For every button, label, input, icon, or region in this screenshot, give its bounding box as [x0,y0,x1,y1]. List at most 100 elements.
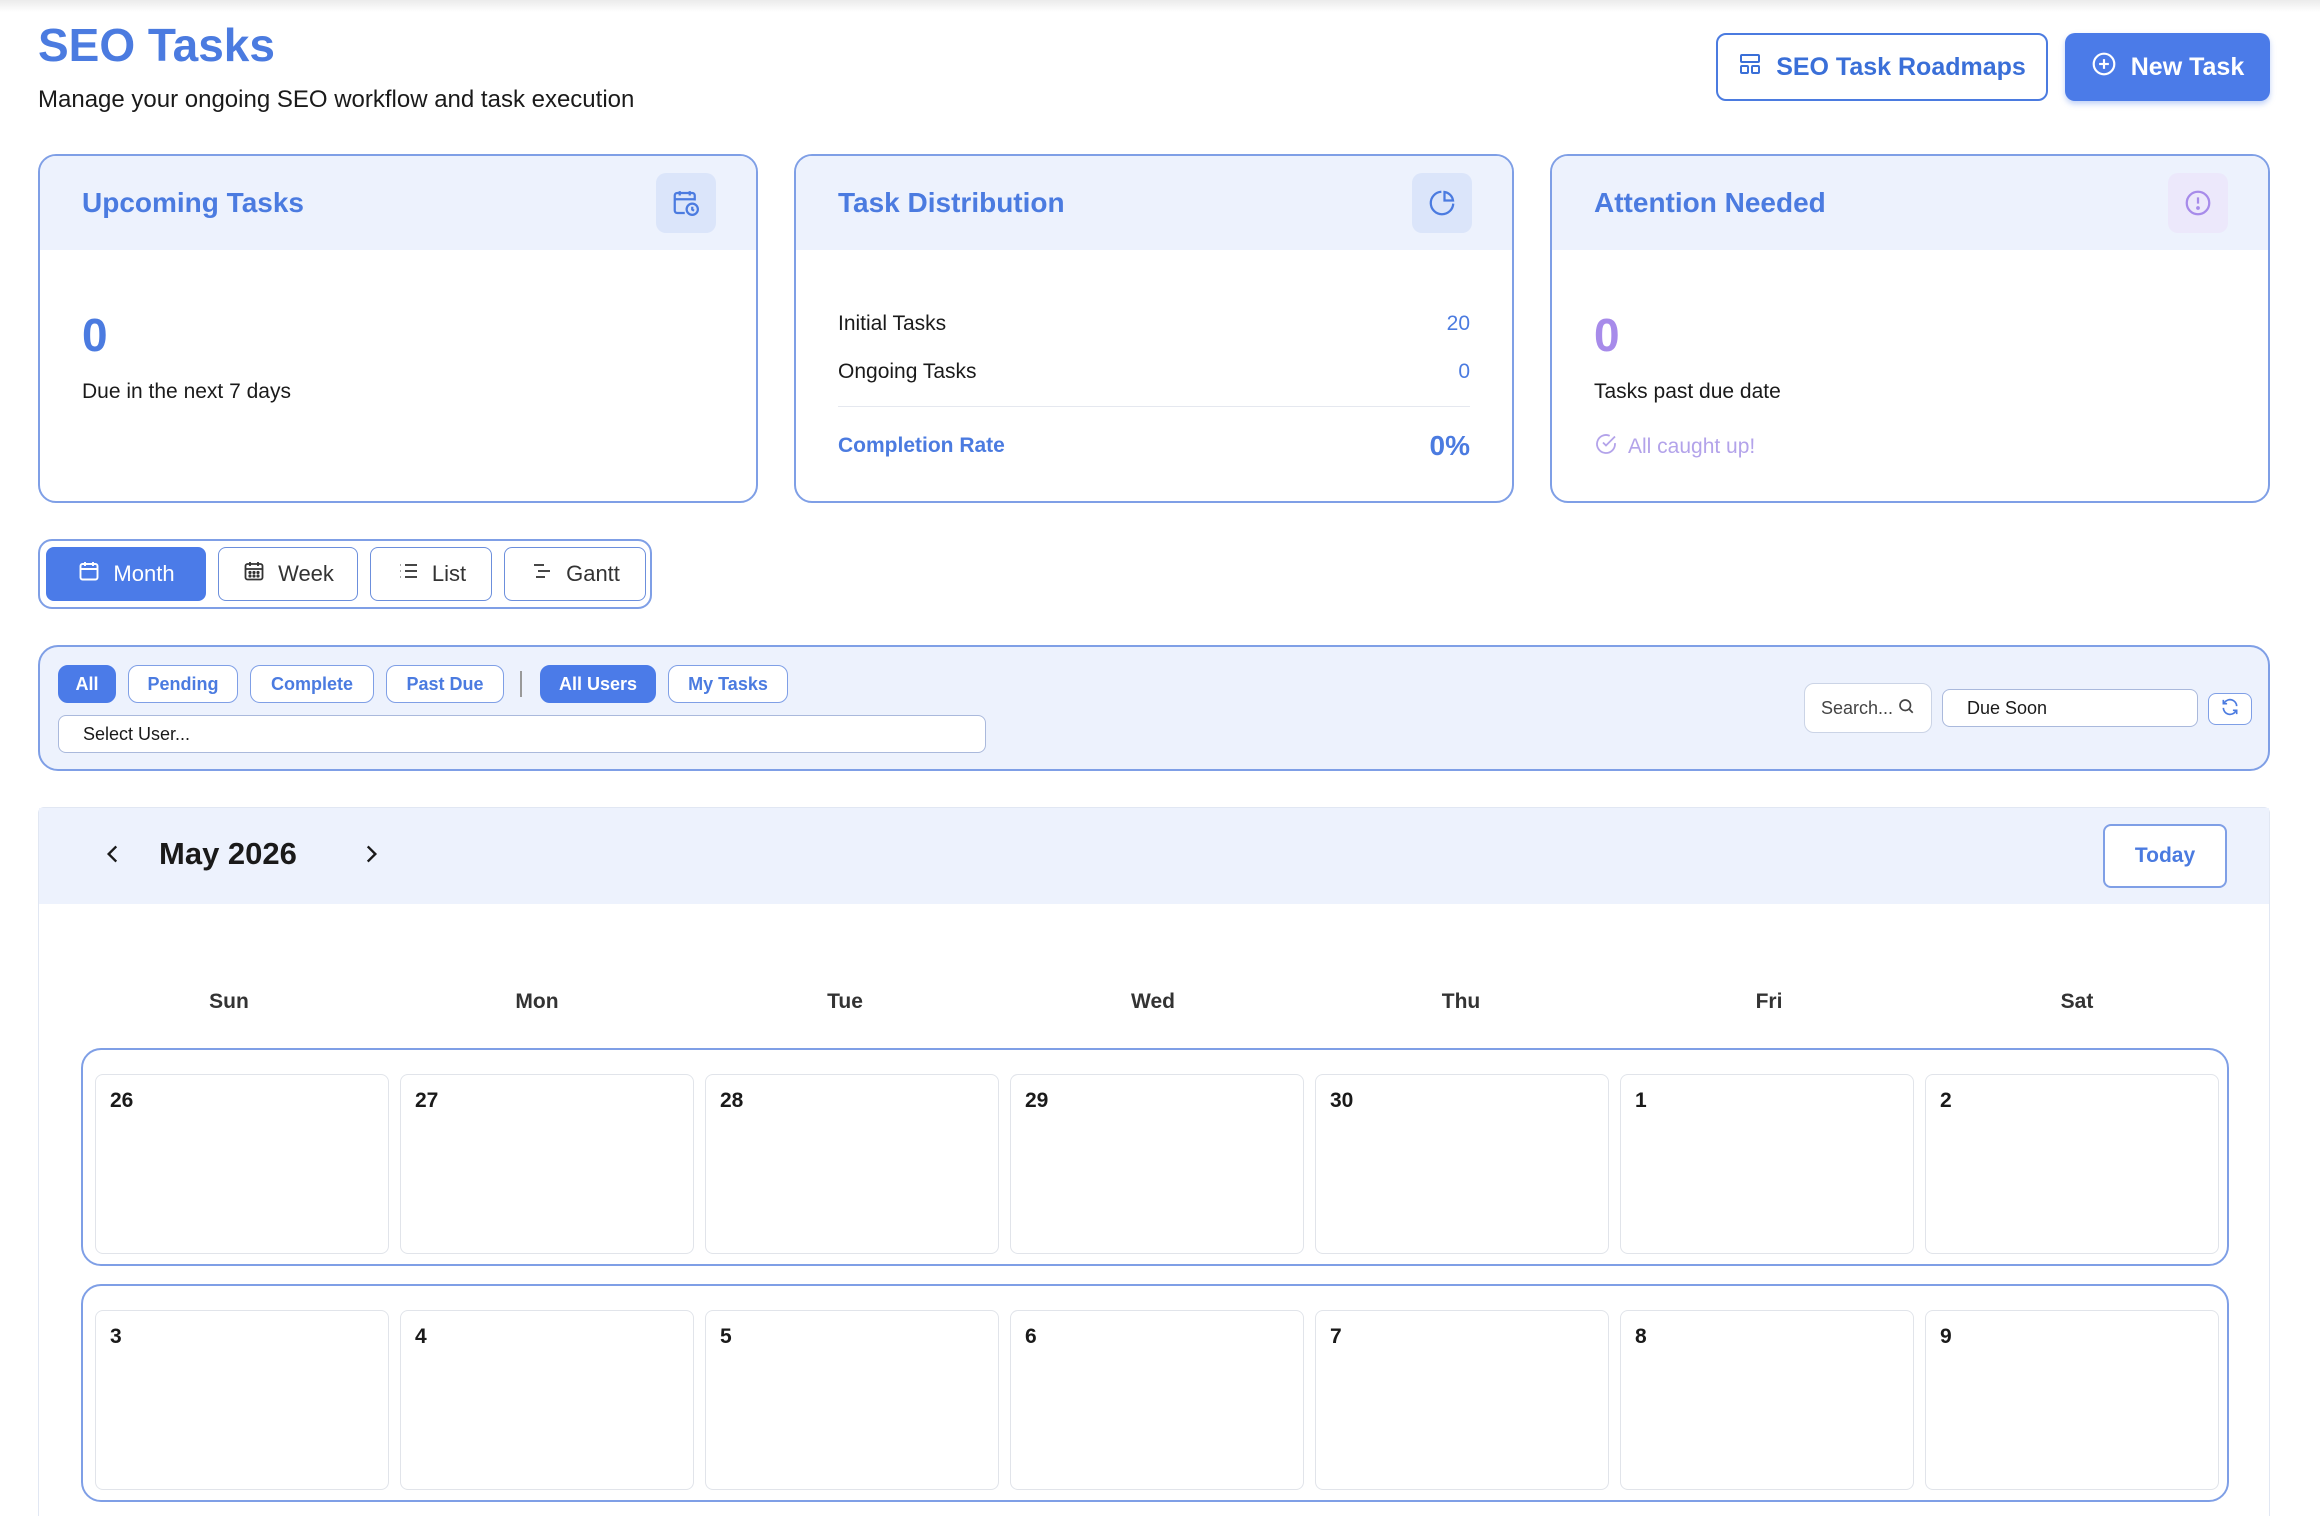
initial-tasks-row: Initial Tasks 20 [838,312,1470,336]
calendar-days-icon [242,559,266,589]
seo-task-roadmaps-label: SEO Task Roadmaps [1776,52,2026,81]
filter-all-button[interactable]: All [58,665,116,703]
weekday-tue: Tue [827,990,863,1013]
view-month-label: Month [113,561,175,586]
filter-my-tasks-button[interactable]: My Tasks [668,665,788,703]
select-user-dropdown[interactable]: Select User... [58,715,986,753]
search-icon [1897,697,1915,720]
calendar-clock-icon [656,173,716,233]
attention-needed-card: Attention Needed 0 Tasks past due date A… [1550,154,2270,503]
page-title: SEO Tasks [38,19,275,71]
day-number: 27 [415,1089,439,1112]
plus-circle-icon [2091,51,2117,84]
past-due-count: 0 [1594,309,1620,361]
refresh-icon [2220,697,2240,722]
upcoming-tasks-title: Upcoming Tasks [82,187,304,218]
search-input[interactable]: Search... [1804,683,1932,733]
day-number: 3 [110,1325,122,1348]
ongoing-tasks-label: Ongoing Tasks [838,360,977,383]
view-month-button[interactable]: Month [46,547,206,601]
day-number: 7 [1330,1325,1342,1348]
filter-all-users-button[interactable]: All Users [540,665,656,703]
day-number: 1 [1635,1089,1647,1112]
completion-rate-value: 0% [1429,430,1470,461]
upcoming-tasks-count: 0 [82,309,108,361]
calendar-day[interactable]: 3 [95,1310,389,1490]
filter-past-due-button[interactable]: Past Due [386,665,504,703]
initial-tasks-label: Initial Tasks [838,312,947,335]
all-caught-up-status: All caught up! [1594,432,1755,462]
calendar-day[interactable]: 7 [1315,1310,1609,1490]
attention-needed-header: Attention Needed [1552,156,2268,250]
day-number: 30 [1330,1089,1354,1112]
roadmap-icon [1738,52,1762,83]
day-number: 6 [1025,1325,1037,1348]
calendar-day[interactable]: 9 [1925,1310,2219,1490]
page-subtitle: Manage your ongoing SEO workflow and tas… [38,86,635,113]
past-due-caption: Tasks past due date [1594,380,1781,403]
day-number: 9 [1940,1325,1952,1348]
initial-tasks-value: 20 [1446,312,1470,335]
calendar-day[interactable]: 2 [1925,1074,2219,1254]
refresh-button[interactable] [2208,693,2252,725]
day-number: 8 [1635,1325,1647,1348]
chevron-right-icon [358,841,384,872]
weekday-thu: Thu [1441,990,1481,1013]
view-list-label: List [431,561,467,586]
calendar-week-row: 3 4 5 6 7 8 9 [81,1284,2229,1502]
calendar-day[interactable]: 5 [705,1310,999,1490]
view-switcher: Month Week List Gantt [38,539,652,609]
view-gantt-button[interactable]: Gantt [504,547,646,601]
today-button[interactable]: Today [2103,824,2227,888]
view-list-button[interactable]: List [370,547,492,601]
task-distribution-card: Task Distribution Initial Tasks 20 Ongoi… [794,154,1514,503]
sort-select[interactable]: Due Soon [1942,689,2198,727]
calendar-day[interactable]: 27 [400,1074,694,1254]
search-placeholder: Search... [1820,697,1894,718]
previous-month-button[interactable] [95,838,131,874]
day-number: 2 [1940,1089,1952,1112]
calendar-day[interactable]: 8 [1620,1310,1914,1490]
calendar-header: May 2026 Today [39,808,2269,904]
calendar-day[interactable]: 29 [1010,1074,1304,1254]
view-week-label: Week [278,561,334,586]
filter-separator [520,671,522,697]
seo-task-roadmaps-button[interactable]: SEO Task Roadmaps [1716,33,2048,101]
alert-circle-icon [2168,173,2228,233]
new-task-button[interactable]: New Task [2065,33,2270,101]
weekday-fri: Fri [1755,990,1783,1013]
weekday-sun: Sun [209,990,249,1013]
day-number: 26 [110,1089,134,1112]
completion-rate-row: Completion Rate 0% [838,430,1470,462]
calendar-day[interactable]: 30 [1315,1074,1609,1254]
view-gantt-label: Gantt [566,561,620,586]
task-distribution-header: Task Distribution [796,156,1512,250]
filter-complete-button[interactable]: Complete [250,665,374,703]
calendar-icon [77,559,101,589]
day-number: 29 [1025,1089,1049,1112]
view-week-button[interactable]: Week [218,547,358,601]
chevron-left-icon [100,841,126,872]
list-icon [396,559,420,589]
calendar-day[interactable]: 1 [1620,1074,1914,1254]
divider [838,406,1470,407]
top-shadow [0,0,2320,12]
day-number: 4 [415,1325,427,1348]
weekday-mon: Mon [515,990,559,1013]
next-month-button[interactable] [353,838,389,874]
upcoming-tasks-caption: Due in the next 7 days [82,380,291,403]
calendar-day[interactable]: 28 [705,1074,999,1254]
calendar-week-row: 26 27 28 29 30 1 2 [81,1048,2229,1266]
month-title: May 2026 [159,836,297,871]
calendar: May 2026 Today Sun Mon Tue Wed Thu Fri S… [38,807,2270,1516]
attention-needed-title: Attention Needed [1594,187,1826,218]
day-number: 5 [720,1325,732,1348]
calendar-day[interactable]: 4 [400,1310,694,1490]
all-caught-up-text: All caught up! [1628,435,1756,458]
calendar-day[interactable]: 26 [95,1074,389,1254]
calendar-day[interactable]: 6 [1010,1310,1304,1490]
check-circle-icon [1594,432,1618,462]
filter-pending-button[interactable]: Pending [128,665,238,703]
day-number: 28 [720,1089,744,1112]
task-distribution-title: Task Distribution [838,187,1065,218]
